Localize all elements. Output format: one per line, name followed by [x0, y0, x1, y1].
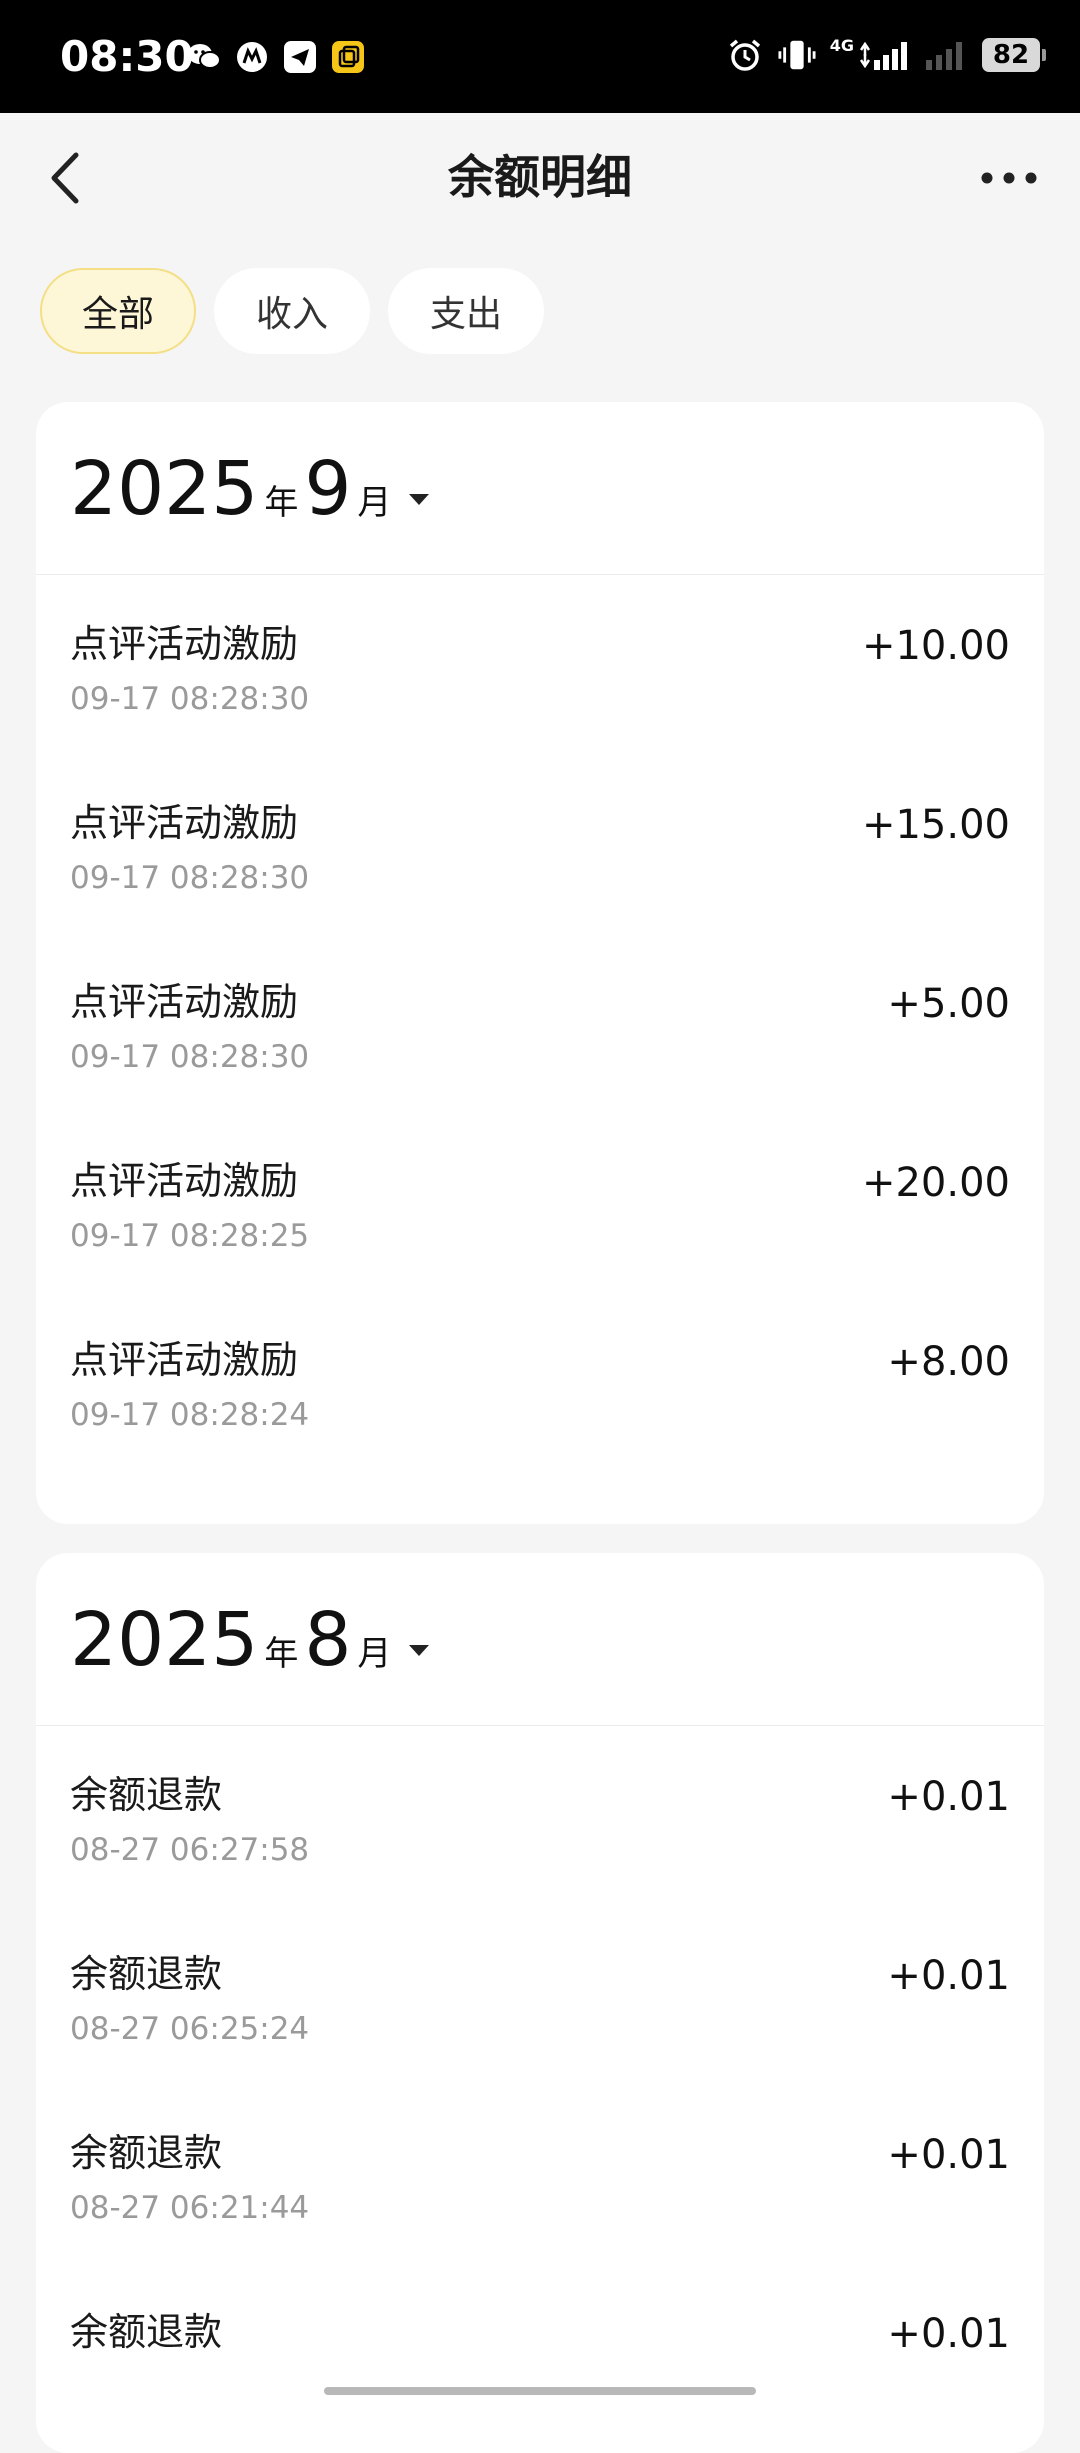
- year-unit: 年: [264, 1634, 299, 1674]
- status-bar: 08:30 4G 82: [0, 0, 1080, 113]
- transaction-row[interactable]: 点评活动激励 09-17 08:28:30 +15.00: [36, 754, 1044, 933]
- transaction-title: 点评活动激励: [70, 801, 299, 845]
- year-value: 2025: [70, 446, 259, 532]
- signal-icon: [858, 36, 910, 74]
- transaction-title: 点评活动激励: [70, 622, 299, 666]
- transaction-row[interactable]: 点评活动激励 09-17 08:28:30 +5.00: [36, 933, 1044, 1112]
- month-value: 8: [304, 1597, 352, 1683]
- transaction-title: 点评活动激励: [70, 980, 299, 1024]
- transaction-row[interactable]: 余额退款 08-27 06:27:58 +0.01: [36, 1726, 1044, 1905]
- transaction-amount: +20.00: [861, 1160, 1010, 1206]
- notification-icons: [185, 38, 367, 76]
- filter-all-tab[interactable]: 全部: [40, 268, 196, 354]
- transaction-amount: +0.01: [887, 1774, 1010, 1820]
- transaction-time: 08-27 06:21:44: [70, 2190, 310, 2226]
- transaction-time: 09-17 08:28:30: [70, 681, 310, 717]
- system-icons: 4G 82: [726, 36, 1046, 74]
- month-card-september: 2025 年 9 月 点评活动激励 09-17 08:28:30 +10.00 …: [36, 402, 1044, 1524]
- more-button[interactable]: [974, 153, 1044, 203]
- page-title: 余额明细: [448, 150, 632, 204]
- transaction-title: 余额退款: [70, 1952, 223, 1996]
- transaction-time: 08-27 06:27:58: [70, 1832, 310, 1868]
- month-card-august: 2025 年 8 月 余额退款 08-27 06:27:58 +0.01 余额退…: [36, 1553, 1044, 2453]
- wechat-icon: [185, 38, 223, 76]
- filter-income-tab[interactable]: 收入: [214, 268, 370, 354]
- transaction-amount: +0.01: [887, 1953, 1010, 1999]
- month-value: 9: [304, 446, 352, 532]
- transaction-time: 09-17 08:28:25: [70, 1218, 310, 1254]
- home-indicator[interactable]: [324, 2387, 756, 2395]
- year-value: 2025: [70, 1597, 259, 1683]
- signal-weak-icon: [924, 36, 968, 74]
- transaction-title: 余额退款: [70, 2310, 223, 2354]
- vibrate-icon: [778, 36, 816, 74]
- more-dots-icon: [981, 172, 1037, 184]
- transaction-title: 余额退款: [70, 2131, 223, 2175]
- transaction-time: 09-17 08:28:30: [70, 1039, 310, 1075]
- transaction-row[interactable]: 点评活动激励 09-17 08:28:30 +10.00: [36, 575, 1044, 754]
- year-unit: 年: [264, 483, 299, 523]
- clipboard-icon: [329, 38, 367, 76]
- transaction-amount: +8.00: [887, 1339, 1010, 1385]
- transaction-row[interactable]: 余额退款 08-27 06:21:44 +0.01: [36, 2084, 1044, 2263]
- month-unit: 月: [357, 1634, 392, 1674]
- battery-icon: 82: [982, 38, 1046, 72]
- transaction-title: 余额退款: [70, 1773, 223, 1817]
- transaction-amount: +10.00: [861, 623, 1010, 669]
- transaction-row[interactable]: 点评活动激励 09-17 08:28:24 +8.00: [36, 1291, 1044, 1470]
- nav-bar: 余额明细: [0, 113, 1080, 243]
- filter-tabs: 全部 收入 支出: [40, 268, 544, 354]
- transaction-time: 09-17 08:28:30: [70, 860, 310, 896]
- network-type: 4G: [829, 36, 854, 55]
- app-logo-icon: [233, 38, 271, 76]
- month-label: 2025 年 8 月: [70, 1595, 430, 1685]
- month-label: 2025 年 9 月: [70, 444, 430, 534]
- transaction-amount: +0.01: [887, 2132, 1010, 2178]
- dropdown-caret-icon: [409, 493, 430, 505]
- transaction-time: 09-17 08:28:24: [70, 1397, 310, 1433]
- transaction-row[interactable]: 点评活动激励 09-17 08:28:25 +20.00: [36, 1112, 1044, 1291]
- transaction-title: 点评活动激励: [70, 1159, 299, 1203]
- alarm-icon: [726, 36, 764, 74]
- filter-expense-tab[interactable]: 支出: [388, 268, 544, 354]
- month-unit: 月: [357, 483, 392, 523]
- transaction-amount: +15.00: [861, 802, 1010, 848]
- transaction-row[interactable]: 余额退款 08-27 06:25:24 +0.01: [36, 1905, 1044, 2084]
- month-selector[interactable]: 2025 年 9 月: [36, 402, 1044, 575]
- transaction-amount: +0.01: [887, 2311, 1010, 2357]
- status-time: 08:30: [60, 32, 194, 81]
- transaction-title: 点评活动激励: [70, 1338, 299, 1382]
- transaction-amount: +5.00: [887, 981, 1010, 1027]
- month-selector[interactable]: 2025 年 8 月: [36, 1553, 1044, 1726]
- transaction-row[interactable]: 余额退款 +0.01: [36, 2263, 1044, 2442]
- telegram-icon: [281, 38, 319, 76]
- transaction-time: 08-27 06:25:24: [70, 2011, 310, 2047]
- dropdown-caret-icon: [409, 1644, 430, 1656]
